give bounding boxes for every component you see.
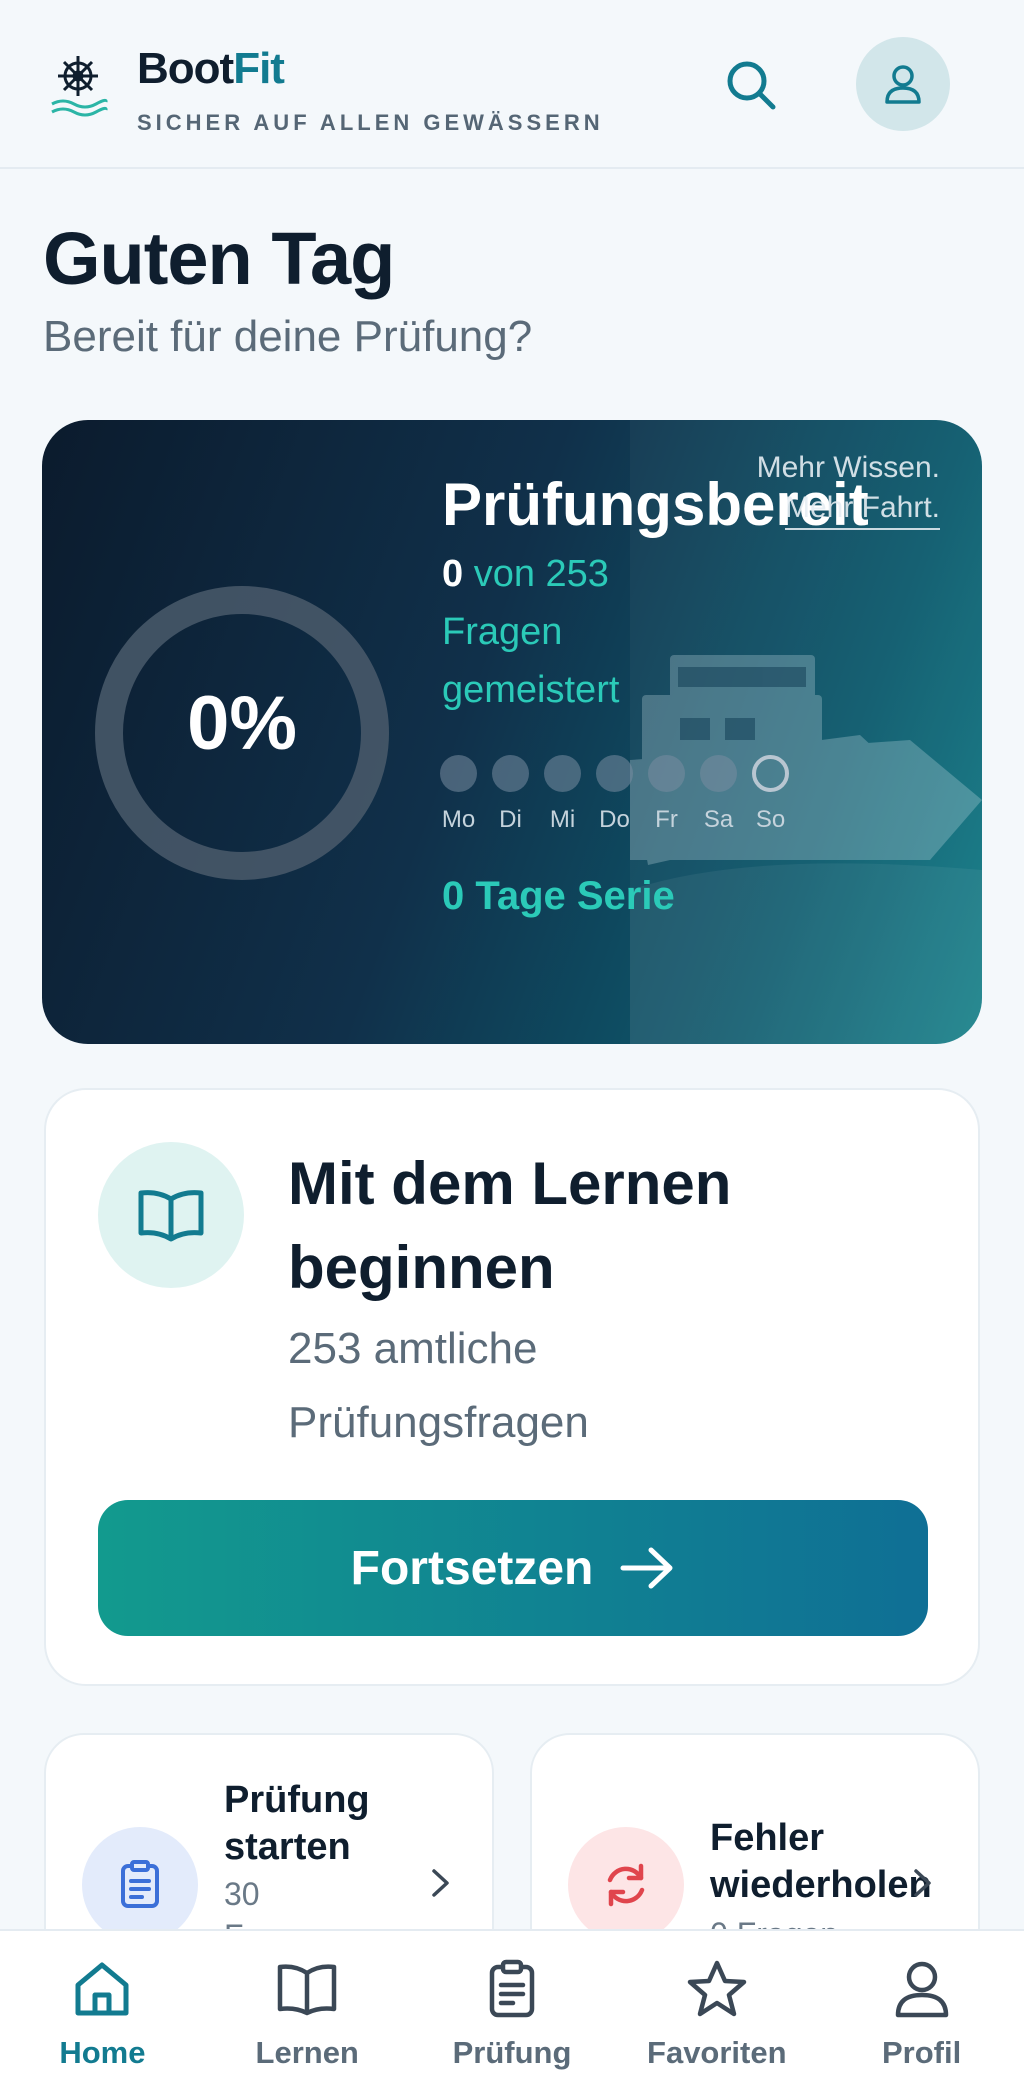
- hero-slogan: Mehr Wissen. Mehr Fahrt.: [757, 448, 940, 530]
- arrow-right-icon: [620, 1547, 673, 1589]
- weekday-label: Mi: [549, 806, 576, 833]
- weekday-streak-row: Mo Di Mi Do Fr Sa So: [440, 755, 789, 834]
- nav-item-profil[interactable]: Profil: [819, 1931, 1024, 2100]
- slogan-line-1: Mehr Wissen.: [756, 451, 940, 484]
- clipboard-icon: [489, 1959, 535, 2018]
- learn-icon-badge: [98, 1142, 244, 1288]
- learn-card-title: Mit dem Lernen beginnen: [288, 1150, 732, 1301]
- greeting-subtitle: Bereit für deine Prüfung?: [43, 312, 533, 361]
- ship-wheel-icon: [51, 56, 108, 117]
- weekday-label: Di: [499, 806, 522, 833]
- user-icon: [885, 65, 921, 104]
- weekday-item: Mo: [440, 755, 477, 834]
- nav-item-lernen[interactable]: Lernen: [205, 1931, 410, 2100]
- nav-label-home: Home: [59, 2035, 146, 2070]
- profile-avatar-button[interactable]: [856, 37, 950, 131]
- nav-label-pruefung: Prüfung: [452, 2035, 572, 2070]
- progress-percent: 0%: [187, 681, 297, 766]
- weekday-item: Di: [492, 755, 529, 834]
- start-learning-card: Mit dem Lernen beginnen 253 amtliche Prü…: [44, 1088, 980, 1686]
- mistakes-icon-badge: [568, 1827, 684, 1943]
- weekday-item: Sa: [700, 755, 737, 834]
- weekday-dot: [700, 755, 737, 792]
- book-icon: [277, 1964, 337, 2016]
- exam-readiness-card[interactable]: 0% Prüfungsbereit Mehr Wissen. Mehr Fahr…: [42, 420, 982, 1044]
- continue-button-label: Fortsetzen: [350, 1541, 594, 1595]
- mastered-label: von 253 Fragen gemeistert: [442, 553, 620, 711]
- start-exam-title: Prüfung starten: [224, 1779, 370, 1868]
- brand-name: BootFit: [137, 44, 285, 93]
- weekday-dot: [440, 755, 477, 792]
- mastered-count: 0: [442, 553, 464, 595]
- greeting-title: Guten Tag: [43, 217, 395, 300]
- nav-item-favoriten[interactable]: Favoriten: [614, 1931, 819, 2100]
- exam-icon-badge: [82, 1827, 198, 1943]
- weekday-item: So: [752, 755, 789, 834]
- nav-item-pruefung[interactable]: Prüfung: [410, 1931, 615, 2100]
- home-icon: [75, 1962, 129, 2016]
- weekday-dot: [544, 755, 581, 792]
- clipboard-icon: [121, 1860, 159, 1908]
- chevron-right-icon: [914, 1869, 931, 1897]
- slogan-line-2: Mehr Fahrt.: [784, 488, 940, 530]
- bottom-navigation: Home Lernen Prüfung Favoriten Profil: [0, 1929, 1024, 2100]
- app-header: BootFit SICHER AUF ALLEN GEWÄSSERN: [0, 0, 1024, 169]
- user-icon: [895, 1961, 948, 2018]
- weekday-label: So: [755, 806, 786, 833]
- refresh-icon: [607, 1863, 645, 1907]
- chevron-right-icon: [432, 1869, 449, 1897]
- brand-tagline: SICHER AUF ALLEN GEWÄSSERN: [137, 110, 604, 135]
- book-open-icon: [138, 1190, 204, 1242]
- streak-label: 0 Tage Serie: [442, 874, 675, 918]
- search-button[interactable]: [716, 50, 786, 120]
- weekday-dot: [648, 755, 685, 792]
- weekday-label: Do: [599, 806, 630, 833]
- weekday-item: Do: [596, 755, 633, 834]
- nav-label-lernen: Lernen: [255, 2035, 359, 2070]
- continue-button[interactable]: Fortsetzen: [98, 1500, 928, 1636]
- search-icon: [727, 61, 776, 110]
- weekday-dot: [492, 755, 529, 792]
- weekday-item: Mi: [544, 755, 581, 834]
- star-icon: [687, 1960, 747, 2017]
- weekday-label: Mo: [441, 806, 476, 833]
- mastered-progress: 0 von 253 Fragen gemeistert: [442, 545, 662, 719]
- weekday-label: Fr: [655, 806, 678, 833]
- nav-label-profil: Profil: [881, 2035, 962, 2070]
- weekday-dot: [596, 755, 633, 792]
- nav-item-home[interactable]: Home: [0, 1931, 205, 2100]
- nav-label-favoriten: Favoriten: [647, 2035, 787, 2070]
- weekday-item: Fr: [648, 755, 685, 834]
- learn-card-subtitle: 253 amtliche Prüfungsfragen: [288, 1324, 589, 1447]
- weekday-label: Sa: [703, 806, 734, 833]
- weekday-dot-today: [752, 755, 789, 792]
